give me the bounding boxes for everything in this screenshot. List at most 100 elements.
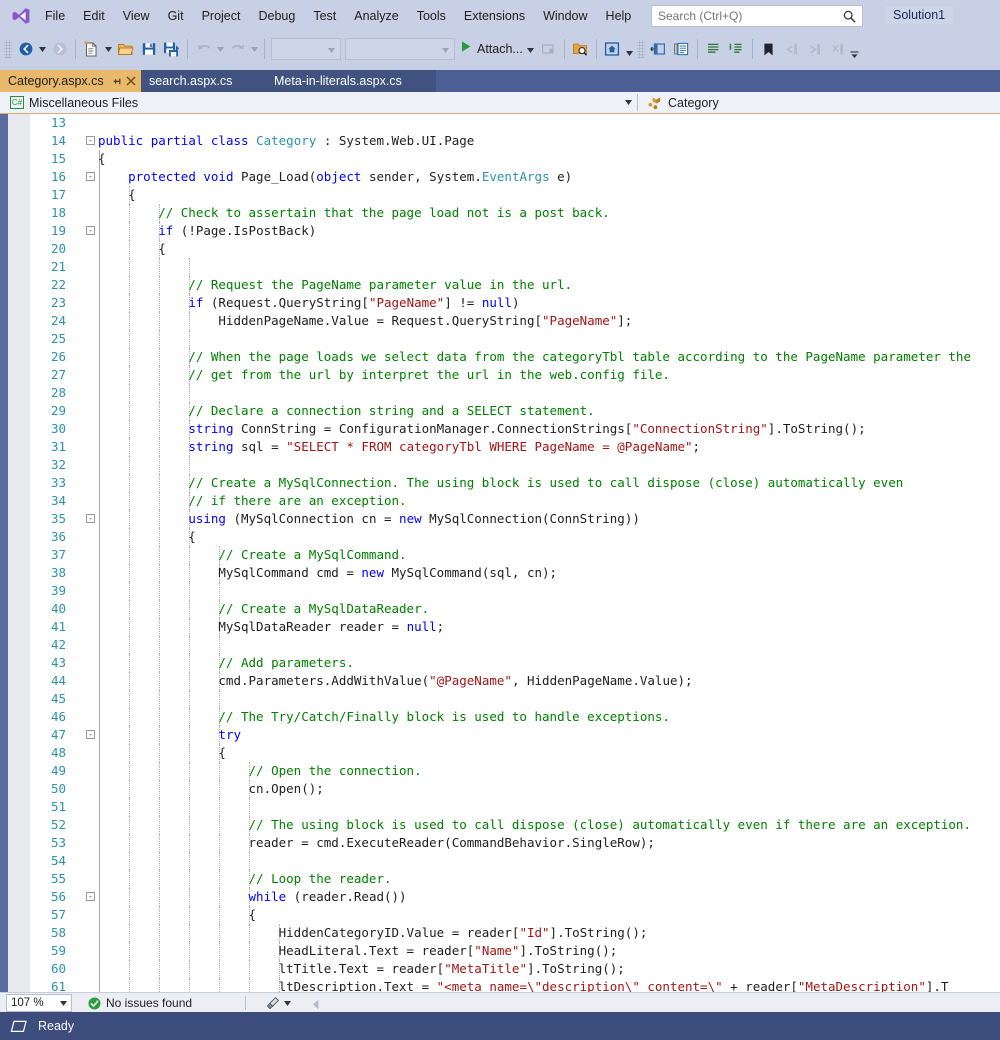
code-text[interactable]: protected void Page_Load(object sender, …	[98, 168, 572, 186]
save-icon[interactable]	[137, 37, 160, 61]
chevron-down-icon[interactable]	[620, 100, 636, 105]
code-text[interactable]: if (Request.QueryString["PageName"] != n…	[98, 294, 519, 312]
solution-explorer-icon[interactable]	[647, 37, 670, 61]
config-combo[interactable]	[271, 38, 341, 60]
code-line[interactable]: 20 {	[30, 240, 1000, 258]
code-text[interactable]: ltDescription.Text = "<meta name=\"descr…	[98, 978, 949, 992]
code-line[interactable]: 56 - while (reader.Read())	[30, 888, 1000, 906]
code-line[interactable]: 18 // Check to assertain that the page l…	[30, 204, 1000, 222]
code-text[interactable]: string sql = "SELECT * FROM categoryTbl …	[98, 438, 700, 456]
menu-item-debug[interactable]: Debug	[249, 4, 304, 28]
outlining-collapse-glyph[interactable]: -	[86, 172, 95, 182]
code-text[interactable]: cn.Open();	[98, 780, 324, 798]
code-line[interactable]: 36 {	[30, 528, 1000, 546]
code-line[interactable]: 42	[30, 636, 1000, 654]
code-surface[interactable]: 13 14- public partial class Category : Sys…	[30, 114, 1000, 992]
code-text[interactable]: {	[98, 528, 196, 546]
code-line[interactable]: 49 // Open the connection.	[30, 762, 1000, 780]
outlining-collapse-glyph[interactable]: -	[86, 892, 95, 902]
tab-category-aspx-cs[interactable]: Category.aspx.cs	[0, 70, 141, 92]
code-line[interactable]: 45	[30, 690, 1000, 708]
code-line[interactable]: 60 ltTitle.Text = reader["MetaTitle"].To…	[30, 960, 1000, 978]
code-text[interactable]: cmd.Parameters.AddWithValue("@PageName",…	[98, 672, 692, 690]
code-text[interactable]: // Create a MySqlConnection. The using b…	[98, 474, 903, 492]
chevron-down-icon[interactable]	[60, 1000, 71, 1006]
code-line[interactable]: 58 HiddenCategoryID.Value = reader["Id"]…	[30, 924, 1000, 942]
code-text[interactable]: // The using block is used to call dispo…	[98, 816, 971, 834]
code-line[interactable]: 53 reader = cmd.ExecuteReader(CommandBeh…	[30, 834, 1000, 852]
code-line[interactable]: 33 // Create a MySqlConnection. The usin…	[30, 474, 1000, 492]
code-line[interactable]: 50 cn.Open();	[30, 780, 1000, 798]
code-line[interactable]: 25	[30, 330, 1000, 348]
outlining-collapse-glyph[interactable]: -	[86, 136, 95, 146]
outlining-collapse-glyph[interactable]: -	[86, 730, 95, 740]
code-line[interactable]: 52 // The using block is used to call di…	[30, 816, 1000, 834]
toolbar-grip[interactable]	[4, 40, 12, 58]
code-text[interactable]: while (reader.Read())	[98, 888, 407, 906]
code-line[interactable]: 19 - if (!Page.IsPostBack)	[30, 222, 1000, 240]
code-line[interactable]: 15 {	[30, 150, 1000, 168]
code-text[interactable]: {	[98, 744, 226, 762]
code-text[interactable]: // Create a MySqlDataReader.	[98, 600, 429, 618]
code-line[interactable]: 39	[30, 582, 1000, 600]
code-line[interactable]: 40 // Create a MySqlDataReader.	[30, 600, 1000, 618]
code-line[interactable]: 32	[30, 456, 1000, 474]
code-line[interactable]: 57 {	[30, 906, 1000, 924]
menu-item-extensions[interactable]: Extensions	[455, 4, 534, 28]
code-text[interactable]: ltTitle.Text = reader["MetaTitle"].ToStr…	[98, 960, 625, 978]
code-text[interactable]: public partial class Category : System.W…	[98, 132, 474, 150]
code-text[interactable]: {	[98, 150, 106, 168]
code-line[interactable]: 26 // When the page loads we select data…	[30, 348, 1000, 366]
menu-item-git[interactable]: Git	[159, 4, 193, 28]
code-line[interactable]: 27 // get from the url by interpret the …	[30, 366, 1000, 384]
bookmark-icon[interactable]	[757, 37, 780, 61]
tab-meta-in-literals-aspx-cs[interactable]: Meta-in-literals.aspx.cs	[266, 70, 436, 92]
code-line[interactable]: 24 HiddenPageName.Value = Request.QueryS…	[30, 312, 1000, 330]
code-line[interactable]: 44 cmd.Parameters.AddWithValue("@PageNam…	[30, 672, 1000, 690]
outlining-collapse-glyph[interactable]: -	[86, 514, 95, 524]
code-text[interactable]: HiddenCategoryID.Value = reader["Id"].To…	[98, 924, 648, 942]
chevron-down-icon[interactable]	[526, 40, 534, 58]
code-text[interactable]: HeadLiteral.Text = reader["Name"].ToStri…	[98, 942, 618, 960]
platform-combo[interactable]	[345, 38, 455, 60]
menu-item-file[interactable]: File	[36, 4, 74, 28]
navigate-backward-button[interactable]	[14, 37, 37, 61]
navigate-backward-dropdown[interactable]	[37, 37, 48, 61]
toolbar-grip[interactable]	[636, 40, 645, 58]
save-all-icon[interactable]	[160, 37, 183, 61]
code-line[interactable]: 34 // if there are an exception.	[30, 492, 1000, 510]
code-line[interactable]: 59 HeadLiteral.Text = reader["Name"].ToS…	[30, 942, 1000, 960]
code-line[interactable]: 14 - public partial class Category : Syste…	[30, 132, 1000, 150]
brush-icon[interactable]	[266, 995, 291, 1011]
code-line[interactable]: 16 - protected void Page_Load(object send…	[30, 168, 1000, 186]
code-line[interactable]: 37 // Create a MySqlCommand.	[30, 546, 1000, 564]
code-text[interactable]: // Request the PageName parameter value …	[98, 276, 572, 294]
code-text[interactable]: reader = cmd.ExecuteReader(CommandBehavi…	[98, 834, 655, 852]
uncomment-lines-icon[interactable]	[725, 37, 748, 61]
code-line[interactable]: 13	[30, 114, 1000, 132]
comment-lines-icon[interactable]	[702, 37, 725, 61]
code-line[interactable]: 46 // The Try/Catch/Finally block is use…	[30, 708, 1000, 726]
code-text[interactable]: // Create a MySqlCommand.	[98, 546, 406, 564]
code-text[interactable]: // Loop the reader.	[98, 870, 392, 888]
code-editor[interactable]: 13 14- public partial class Category : Sys…	[0, 114, 1000, 992]
code-line[interactable]: 54	[30, 852, 1000, 870]
solution-name[interactable]: Solution1	[885, 6, 954, 24]
code-line[interactable]: 55 // Loop the reader.	[30, 870, 1000, 888]
code-line[interactable]: 28	[30, 384, 1000, 402]
code-line[interactable]: 38 MySqlCommand cmd = new MySqlCommand(s…	[30, 564, 1000, 582]
code-text[interactable]: // The Try/Catch/Finally block is used t…	[98, 708, 670, 726]
close-icon[interactable]	[125, 70, 141, 92]
new-project-dropdown[interactable]	[103, 37, 114, 61]
code-text[interactable]: // get from the url by interpret the url…	[98, 366, 670, 384]
code-line[interactable]: 61 ltDescription.Text = "<meta name=\"de…	[30, 978, 1000, 992]
folder-search-icon[interactable]	[569, 37, 592, 61]
code-text[interactable]: MySqlDataReader reader = null;	[98, 618, 444, 636]
zoom-level-combo[interactable]: 107 %	[6, 994, 72, 1012]
code-text[interactable]: // Add parameters.	[98, 654, 353, 672]
code-text[interactable]: // Declare a connection string and a SEL…	[98, 402, 594, 420]
code-text[interactable]: // Open the connection.	[98, 762, 422, 780]
code-text[interactable]: using (MySqlConnection cn = new MySqlCon…	[98, 510, 640, 528]
project-dropdown[interactable]: C# Miscellaneous Files	[0, 92, 636, 113]
code-text[interactable]: MySqlCommand cmd = new MySqlCommand(sql,…	[98, 564, 557, 582]
